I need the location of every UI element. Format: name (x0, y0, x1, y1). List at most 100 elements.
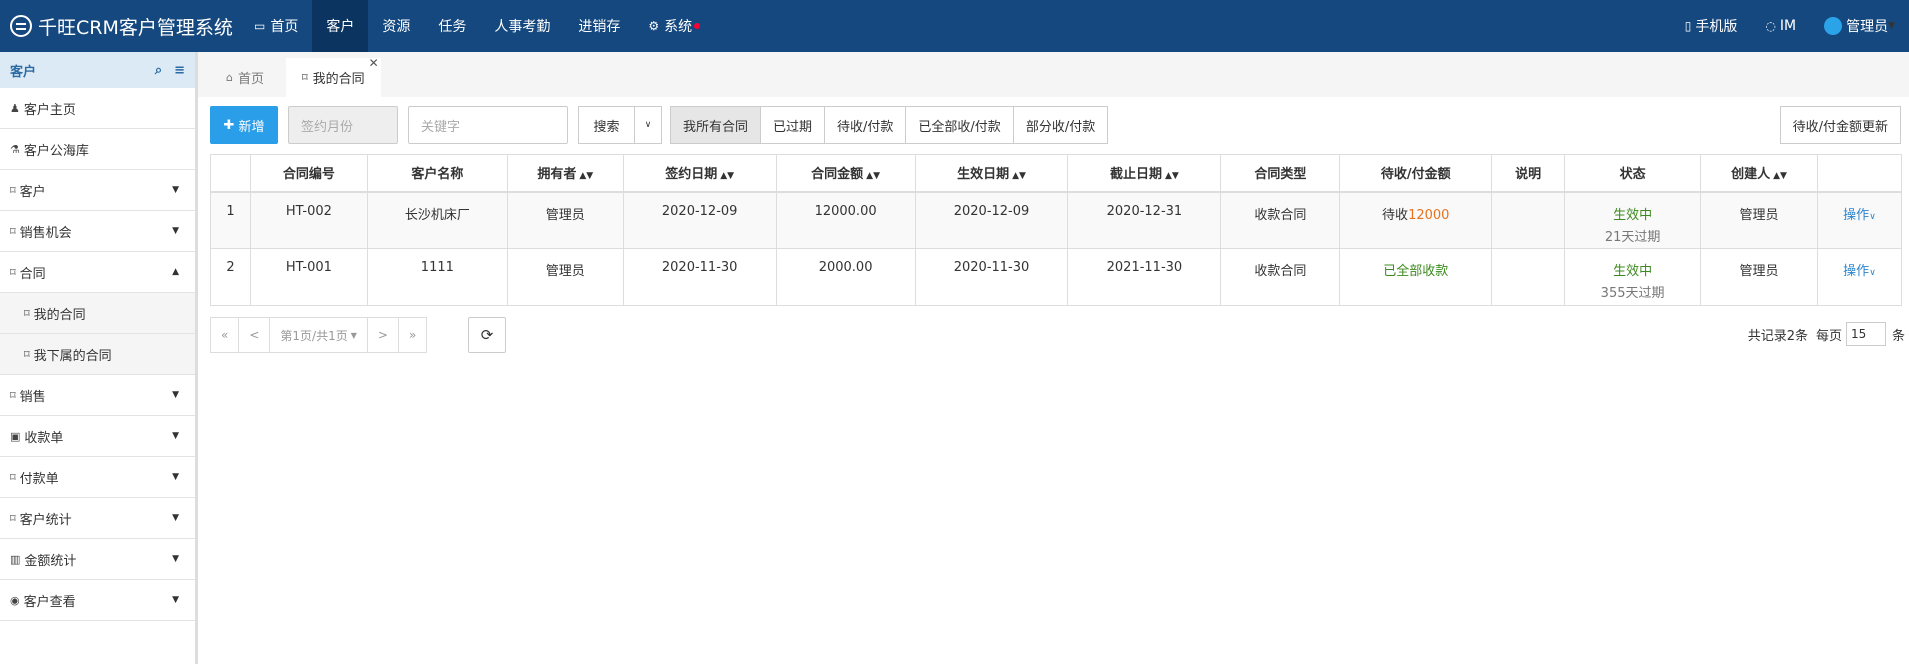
page-select[interactable]: 第1页/共1页 ▼ (269, 317, 367, 353)
toolbar: ✚ 新增 签约月份 关键字 搜索 ∨ 我所有合同 已过期 待收/付款 已全部收/… (210, 106, 1109, 144)
menu-icon[interactable]: ≡ (174, 63, 185, 78)
sidebar-title: 客户 (10, 64, 37, 80)
tab-home[interactable]: ⌂ 首页 (210, 58, 280, 97)
nav-system[interactable]: ⚙ 系统 (634, 0, 714, 52)
sidebar-item-my-contracts[interactable]: ⌑ 我的合同 (0, 293, 195, 334)
nav-home-label: 首页 (270, 19, 299, 35)
pending-prefix: 待收 (1382, 207, 1409, 223)
status-expiry: 21天过期 (1604, 229, 1661, 245)
sidebar-item-customer-view[interactable]: ◉ 客户查看 ▼ (0, 580, 195, 621)
table-header[interactable]: 客户名称 (366, 154, 508, 193)
actions-dropdown[interactable]: 操作∨ (1843, 208, 1876, 223)
sidebar-item-sub-contracts[interactable]: ⌑ 我下属的合同 (0, 334, 195, 375)
sidebar-item-customer[interactable]: ⌑ 客户 ▼ (0, 170, 195, 211)
filter-expired[interactable]: 已过期 (760, 106, 825, 144)
nav-tasks[interactable]: 任务 (424, 0, 480, 52)
close-icon[interactable]: ✕ (369, 56, 379, 70)
filter-all-contracts[interactable]: 我所有合同 (670, 106, 761, 144)
caret-down-icon: ▼ (172, 185, 179, 195)
first-page-button[interactable]: « (210, 317, 239, 353)
nav-customer[interactable]: 客户 (312, 0, 369, 52)
table-header[interactable]: 合同编号 (249, 154, 368, 193)
user-menu[interactable]: 管理员 ▼ (1810, 16, 1909, 36)
table-header-sortable[interactable]: 截止日期 ▲▼ (1067, 154, 1222, 193)
table-header-row: 合同编号 客户名称 拥有者 ▲▼ 签约日期 ▲▼ 合同金额 ▲▼ 生效日期 ▲▼ 截止日… (210, 154, 1903, 193)
table-header-sortable[interactable]: 生效日期 ▲▼ (914, 154, 1069, 193)
mobile-version-link[interactable]: ▯ 手机版 (1671, 16, 1752, 36)
keyword-input[interactable]: 关键字 (408, 106, 568, 144)
add-button[interactable]: ✚ 新增 (210, 106, 278, 144)
bookmark-icon: ⌑ (10, 265, 16, 279)
sidebar-header: 客户 ⌕ ≡ (0, 52, 195, 88)
nav-hr[interactable]: 人事考勤 (480, 0, 564, 52)
update-amount-button[interactable]: 待收/付金额更新 (1779, 106, 1901, 144)
filter-pending[interactable]: 待收/付款 (824, 106, 906, 144)
sidebar-item-sales[interactable]: ⌑ 销售 ▼ (0, 375, 195, 416)
refresh-button[interactable]: ⟳ (468, 317, 506, 353)
actions-dropdown[interactable]: 操作∨ (1843, 264, 1876, 279)
search-dropdown-toggle[interactable]: ∨ (634, 106, 662, 144)
eye-icon: ◉ (10, 593, 20, 607)
filter-label: 部分收/付款 (1025, 119, 1096, 135)
sidebar-item-customer-home[interactable]: ♟ 客户主页 (0, 88, 195, 129)
tab-my-contracts-label: 我的合同 (312, 72, 365, 87)
update-amount-label: 待收/付金额更新 (1792, 119, 1888, 135)
search-icon[interactable]: ⌕ (155, 63, 162, 78)
sidebar-item-amount-stats[interactable]: ▥ 金额统计 ▼ (0, 539, 195, 580)
nav-resources-label: 资源 (382, 19, 411, 35)
home-icon: ⌂ (226, 71, 233, 84)
per-page-input[interactable]: 15 (1845, 322, 1886, 346)
cell-end-date: 2021-11-30 (1067, 248, 1222, 306)
table-header-actions (1816, 154, 1903, 193)
bookmark-icon: ⌑ (24, 347, 30, 361)
header-label: 生效日期 (957, 167, 1010, 183)
cell-amount: 12000.00 (775, 191, 916, 249)
sidebar-item-customer-stats[interactable]: ⌑ 客户统计 ▼ (0, 498, 195, 539)
sidebar-item-public-pool[interactable]: ⚗ 客户公海库 (0, 129, 195, 170)
table-header[interactable]: 状态 (1564, 154, 1702, 193)
app-brand[interactable]: 千旺CRM客户管理系统 (10, 0, 233, 52)
caret-down-icon: ▼ (172, 554, 179, 564)
bookmark-icon: ⌑ (10, 388, 16, 402)
filter-fully-paid[interactable]: 已全部收/付款 (905, 106, 1013, 144)
contract-filter-group: 我所有合同 已过期 待收/付款 已全部收/付款 部分收/付款 (670, 106, 1109, 144)
flask-icon: ⚗ (10, 142, 20, 156)
cell-customer: 长沙机床厂 (366, 191, 508, 249)
last-page-button[interactable]: » (397, 317, 428, 353)
sidebar-item-opportunity[interactable]: ⌑ 销售机会 ▼ (0, 211, 195, 252)
filter-partially-paid[interactable]: 部分收/付款 (1012, 106, 1109, 144)
cell-pending: 已全部收款 (1339, 248, 1493, 306)
sidebar-item-payments[interactable]: ⌑ 付款单 ▼ (0, 457, 195, 498)
search-button[interactable]: 搜索 (578, 106, 634, 144)
nav-home[interactable]: ▭ 首页 (240, 0, 312, 52)
table-header-sortable[interactable]: 签约日期 ▲▼ (622, 154, 777, 193)
add-button-label: 新增 (238, 119, 265, 135)
per-page-label: 每页 (1815, 328, 1842, 344)
sidebar-item-receipts[interactable]: ▣ 收款单 ▼ (0, 416, 195, 457)
table-row[interactable]: 1 HT-002 长沙机床厂 管理员 2020-12-09 12000.00 2… (210, 191, 1903, 249)
header-label: 合同类型 (1254, 167, 1307, 183)
table-header[interactable]: 待收/付金额 (1339, 154, 1493, 193)
sign-month-input[interactable]: 签约月份 (288, 106, 398, 144)
sidebar-item-contract[interactable]: ⌑ 合同 ▲ (0, 252, 195, 293)
table-header[interactable]: 合同类型 (1220, 154, 1341, 193)
bar-chart-icon: ▥ (10, 552, 21, 566)
prev-page-button[interactable]: < (238, 317, 270, 353)
status-text: 生效中 (1613, 264, 1653, 279)
table-header-sortable[interactable]: 创建人 ▲▼ (1700, 154, 1818, 193)
next-page-button[interactable]: > (366, 317, 398, 353)
plus-icon: ✚ (223, 117, 235, 133)
caret-down-icon: ▼ (172, 431, 179, 441)
sidebar-item-label: 金额统计 (24, 553, 77, 569)
nav-resources[interactable]: 资源 (368, 0, 424, 52)
table-header-sortable[interactable]: 合同金额 ▲▼ (775, 154, 916, 193)
cell-status: 生效中 21天过期 (1564, 191, 1702, 249)
tab-my-contracts[interactable]: ⌑ 我的合同 ✕ (286, 56, 381, 97)
table-row[interactable]: 2 HT-001 1111 管理员 2020-11-30 2000.00 202… (210, 248, 1903, 306)
cell-creator: 管理员 (1700, 191, 1818, 249)
sidebar-item-label: 客户统计 (19, 512, 72, 528)
im-link[interactable]: ◌ IM (1751, 18, 1810, 34)
nav-inventory[interactable]: 进销存 (564, 0, 634, 52)
table-header[interactable]: 说明 (1491, 154, 1566, 193)
table-header-sortable[interactable]: 拥有者 ▲▼ (506, 154, 624, 193)
